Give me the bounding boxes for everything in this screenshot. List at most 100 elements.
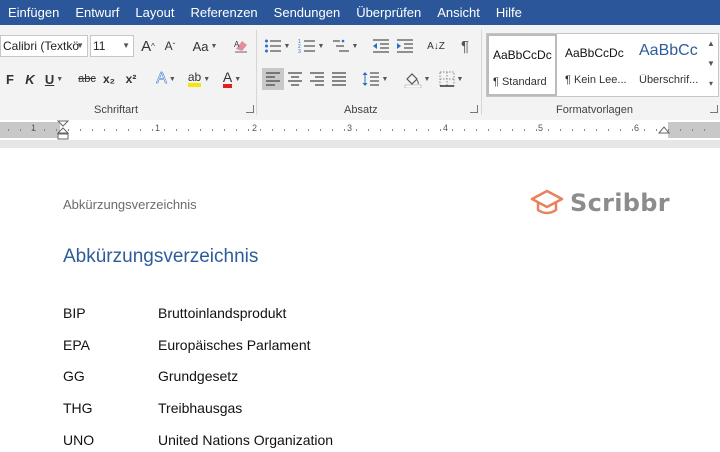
ruler-tick xyxy=(488,129,489,131)
scroll-down-icon[interactable]: ▼ xyxy=(704,54,718,74)
style-standard[interactable]: AaBbCcDc ¶ Standard xyxy=(487,34,557,96)
font-name-dropdown[interactable]: Calibri (Textkö ▼ xyxy=(0,35,88,57)
chevron-down-icon: ▼ xyxy=(423,75,431,83)
ruler-number: 1 xyxy=(155,123,161,133)
ruler-tick xyxy=(32,129,33,131)
ruler-tick xyxy=(272,129,273,131)
style-no-spacing[interactable]: AaBbCcDc ¶ Kein Lee... xyxy=(561,34,631,96)
style-sample: AaBbCcDc xyxy=(565,46,624,60)
underline-button[interactable]: U ▼ xyxy=(42,68,66,90)
styles-dialog-launcher-icon[interactable] xyxy=(710,105,718,113)
chevron-down-icon: ▼ xyxy=(234,75,242,83)
numbering-button[interactable]: 1 2 3 ▼ xyxy=(296,35,326,57)
abbreviation: GG xyxy=(63,368,85,384)
font-color-button[interactable]: A ▼ xyxy=(218,68,246,90)
bullets-button[interactable]: ▼ xyxy=(262,35,292,57)
increase-indent-button[interactable] xyxy=(394,35,416,57)
page-header-text: Abkürzungsverzeichnis xyxy=(63,197,197,212)
caret-up-icon: ^ xyxy=(151,41,155,51)
highlight-button[interactable]: ab ▼ xyxy=(184,68,214,90)
group-label-styles: Formatvorlagen xyxy=(556,104,634,116)
line-spacing-button[interactable]: ▼ xyxy=(360,68,390,90)
show-formatting-marks-button[interactable]: ¶ xyxy=(455,35,475,57)
ruler-right-margin xyxy=(668,122,720,138)
horizontal-ruler[interactable]: 1 1 2 3 4 5 6 xyxy=(0,120,720,141)
bold-button[interactable]: F xyxy=(2,68,18,90)
ruler-tick xyxy=(224,129,225,131)
align-right-button[interactable] xyxy=(306,68,328,90)
right-indent-marker-icon[interactable] xyxy=(658,124,670,138)
abbreviation: EPA xyxy=(63,337,90,353)
ruler-tick xyxy=(416,129,417,131)
paint-bucket-icon xyxy=(404,73,421,88)
ruler-tick xyxy=(380,129,381,131)
multilevel-list-button[interactable]: ▼ xyxy=(330,35,360,57)
menu-sendungen[interactable]: Sendungen xyxy=(266,0,349,25)
abbreviation-meaning: United Nations Organization xyxy=(158,432,334,448)
style-name: Überschrif... xyxy=(639,74,699,86)
ruler-tick xyxy=(284,129,285,131)
subscript-button[interactable]: x₂ xyxy=(100,68,118,90)
font-color-label: A xyxy=(222,70,233,88)
strikethrough-button[interactable]: abc xyxy=(76,68,98,90)
shrink-font-button[interactable]: Aˇ xyxy=(161,35,179,57)
ruler-left-margin xyxy=(0,122,60,138)
align-left-button[interactable] xyxy=(262,68,284,90)
chevron-down-icon: ▼ xyxy=(203,75,211,83)
menu-entwurf[interactable]: Entwurf xyxy=(67,0,127,25)
ruler-tick xyxy=(164,129,165,131)
font-dialog-launcher-icon[interactable] xyxy=(246,105,254,113)
sort-icon: A↓Z xyxy=(427,40,445,52)
menu-layout[interactable]: Layout xyxy=(127,0,182,25)
page-gap xyxy=(0,140,720,148)
ruler-tick xyxy=(152,129,153,131)
decrease-indent-button[interactable] xyxy=(370,35,392,57)
indent-icon xyxy=(397,39,413,53)
document-page[interactable]: Abkürzungsverzeichnis Scribbr Abkürzungs… xyxy=(0,148,720,450)
justify-button[interactable] xyxy=(328,68,350,90)
style-sample: AaBbCc xyxy=(639,42,698,59)
ruler-tick xyxy=(248,129,249,131)
menu-hilfe[interactable]: Hilfe xyxy=(488,0,530,25)
menu-ueberpruefen[interactable]: Überprüfen xyxy=(348,0,429,25)
ruler-tick xyxy=(404,129,405,131)
ruler-number: 2 xyxy=(252,123,258,133)
ruler-tick xyxy=(176,129,177,131)
highlight-label: ab xyxy=(187,71,202,87)
ruler-tick xyxy=(320,129,321,131)
style-heading-1[interactable]: AaBbCc Überschrif... xyxy=(635,34,705,96)
align-center-button[interactable] xyxy=(284,68,306,90)
paragraph-dialog-launcher-icon[interactable] xyxy=(470,105,478,113)
change-case-button[interactable]: Aa ▼ xyxy=(190,35,220,57)
font-size-dropdown[interactable]: 11 ▼ xyxy=(90,35,134,57)
clear-formatting-button[interactable]: A xyxy=(231,35,251,57)
borders-icon xyxy=(439,71,455,87)
shading-button[interactable]: ▼ xyxy=(400,68,434,90)
underline-label: U xyxy=(44,71,55,87)
ruler-tick xyxy=(644,129,645,131)
grow-font-button[interactable]: A ^ xyxy=(139,35,157,57)
borders-button[interactable]: ▼ xyxy=(436,68,466,90)
italic-button[interactable]: K xyxy=(22,68,38,90)
caret-down-icon: ˇ xyxy=(172,41,176,51)
ruler-tick xyxy=(500,129,501,131)
more-styles-icon[interactable]: ▾ xyxy=(704,74,718,94)
sort-button[interactable]: A↓Z xyxy=(425,35,447,57)
line-spacing-icon xyxy=(362,72,379,86)
ruler-tick xyxy=(116,129,117,131)
ruler-tick xyxy=(20,129,21,131)
bullet-list-icon xyxy=(264,39,281,53)
abbreviation: THG xyxy=(63,400,93,416)
abbreviation-meaning: Europäisches Parlament xyxy=(158,337,311,353)
menu-ansicht[interactable]: Ansicht xyxy=(429,0,488,25)
superscript-button[interactable]: x² xyxy=(122,68,140,90)
menu-referenzen[interactable]: Referenzen xyxy=(182,0,265,25)
menu-einfuegen[interactable]: Einfügen xyxy=(0,0,67,25)
multilevel-list-icon xyxy=(332,39,349,52)
align-left-icon xyxy=(266,72,280,86)
scroll-up-icon[interactable]: ▲ xyxy=(704,34,718,54)
text-effects-button[interactable]: A ▼ xyxy=(152,68,180,90)
ribbon: Calibri (Textkö ▼ 11 ▼ A ^ Aˇ Aa ▼ A F K U… xyxy=(0,25,720,121)
style-sample: AaBbCcDc xyxy=(493,48,552,62)
svg-text:A: A xyxy=(234,40,240,49)
